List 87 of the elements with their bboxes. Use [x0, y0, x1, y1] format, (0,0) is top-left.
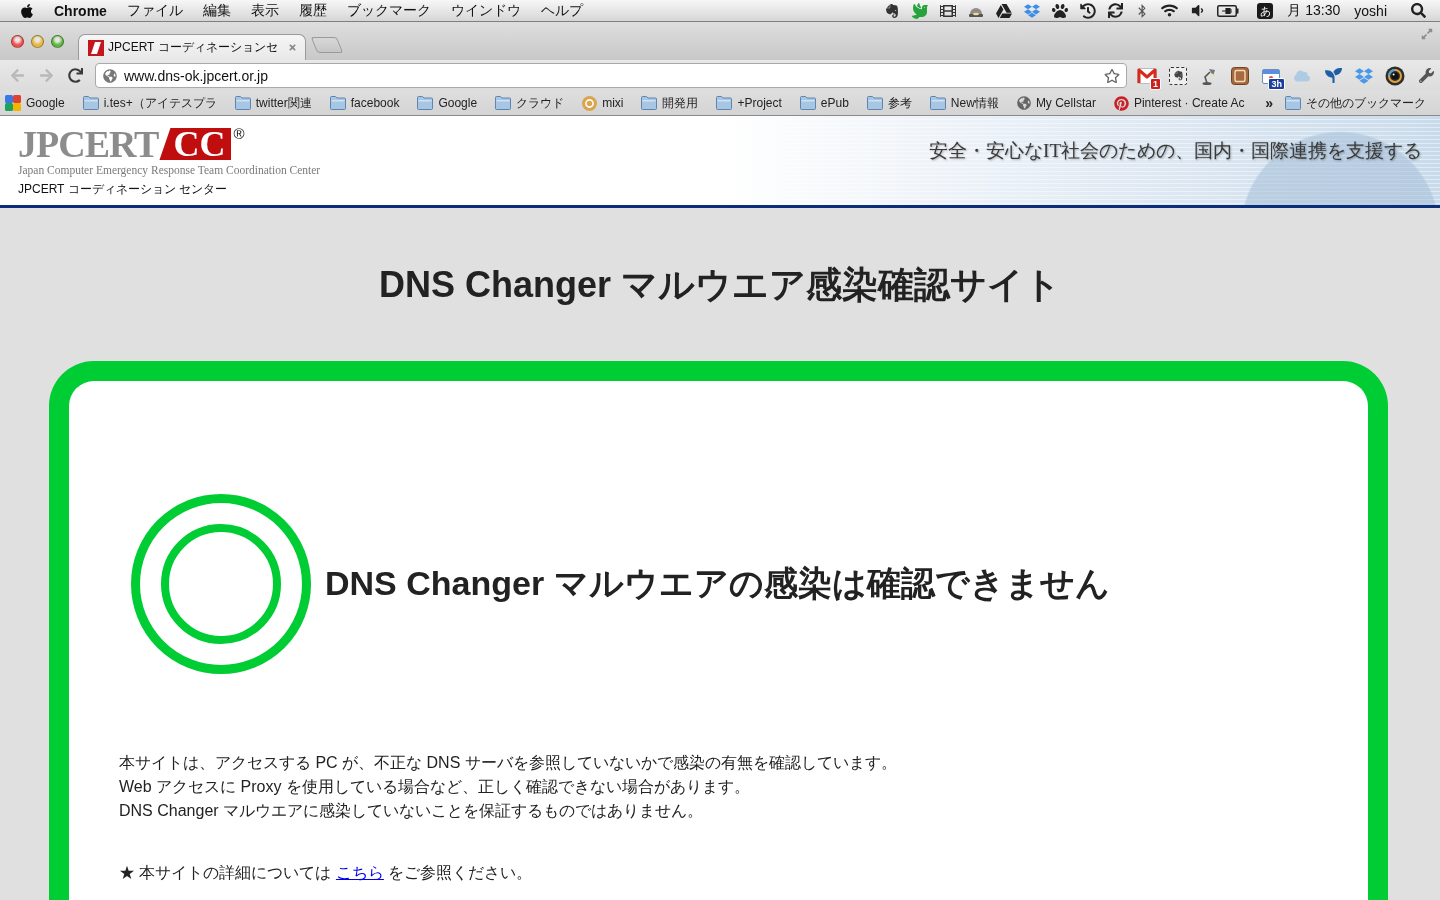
- bookmark-item[interactable]: Pinterest · Create Ac: [1113, 95, 1245, 111]
- folder-icon: [929, 96, 946, 110]
- bookmark-item[interactable]: twitter関連: [234, 94, 312, 112]
- page-title: DNS Changer マルウエア感染確認サイト: [378, 263, 1061, 307]
- folder-icon: [866, 96, 883, 110]
- bookmark-item[interactable]: その他のブックマーク: [1285, 94, 1426, 112]
- round-favicon-icon: [582, 95, 598, 111]
- folder-icon: [641, 96, 658, 110]
- pin-favicon-icon: [1113, 95, 1129, 111]
- reload-icon: [67, 68, 83, 83]
- bookmark-item[interactable]: +Project: [716, 96, 782, 110]
- tiles-favicon-icon: [5, 95, 21, 111]
- bird-icon[interactable]: [912, 2, 929, 19]
- arrow-right-icon: [38, 68, 54, 83]
- apple-icon[interactable]: [19, 2, 35, 19]
- zoom-window-button[interactable]: [51, 34, 64, 48]
- menu-item[interactable]: 編集: [202, 1, 231, 20]
- menu-item[interactable]: ファイル: [126, 1, 183, 20]
- folder-icon: [329, 96, 346, 110]
- folder-icon: [82, 96, 99, 110]
- menu-item[interactable]: ウインドウ: [450, 1, 521, 20]
- globe-icon: [103, 68, 117, 83]
- wifi-icon[interactable]: [1161, 2, 1179, 19]
- boxes-icon[interactable]: [1024, 2, 1041, 19]
- bookmarks-overflow-button[interactable]: »: [1265, 95, 1273, 111]
- triangle-icon[interactable]: [996, 2, 1013, 19]
- organization-name-english: Japan Computer Emergency Response Team Coordination Center: [18, 164, 321, 176]
- globe-icon: [1016, 96, 1031, 110]
- close-window-button[interactable]: [11, 34, 24, 48]
- folder-icon: [495, 96, 512, 110]
- paw-icon[interactable]: [1052, 2, 1069, 19]
- bookmark-item[interactable]: クラウド: [495, 94, 565, 112]
- header-tagline: 安全・安心なIT社会のための、国内・国際連携を支援する: [929, 139, 1422, 163]
- bookmark-item[interactable]: Google: [5, 95, 65, 111]
- details-link[interactable]: こちら: [335, 864, 384, 881]
- lens-icon[interactable]: [1385, 65, 1405, 86]
- menu-item[interactable]: 表示: [250, 1, 279, 20]
- menu-item[interactable]: 履歴: [298, 1, 327, 20]
- bookmark-item[interactable]: mixi: [582, 95, 624, 111]
- wrench-icon[interactable]: [1418, 68, 1434, 83]
- logo-badge: CC: [159, 128, 232, 160]
- registered-mark: ®: [233, 126, 245, 141]
- reload-button[interactable]: [65, 65, 85, 86]
- bookmark-item[interactable]: facebook: [329, 96, 400, 110]
- lamp-icon[interactable]: [1200, 66, 1218, 85]
- browser-tab[interactable]: JPCERT コーディネーションセ: [78, 34, 306, 60]
- volume-icon[interactable]: [1190, 3, 1206, 18]
- bookmark-item[interactable]: New情報: [929, 94, 999, 112]
- menu-item[interactable]: ヘルプ: [540, 1, 583, 20]
- user-name[interactable]: yoshi: [1354, 2, 1387, 19]
- menu-clock[interactable]: 月 13:30: [1287, 1, 1341, 20]
- arrow-left-icon: [9, 68, 25, 83]
- film-icon[interactable]: [940, 2, 957, 19]
- details-sentence: ★ 本サイトの詳細については こちら をご参照ください。: [119, 863, 533, 883]
- sprout-icon[interactable]: [1324, 67, 1342, 84]
- bookmark-item[interactable]: My Cellstar: [1016, 96, 1096, 110]
- sync-icon[interactable]: [1108, 3, 1124, 18]
- bookmark-item[interactable]: i.tes+（アイテスプラ: [82, 94, 217, 112]
- search-icon[interactable]: [1411, 3, 1426, 18]
- address-bar[interactable]: www.dns-ok.jpcert.or.jp: [95, 63, 1127, 88]
- notice-line: DNS Changer マルウエアに感染していないことを保証するものではありません。: [119, 801, 704, 821]
- close-icon[interactable]: [287, 43, 297, 52]
- bookmark-item[interactable]: Google: [417, 96, 478, 110]
- folder-icon: [1285, 96, 1301, 110]
- bookmark-item[interactable]: 参考: [866, 94, 912, 112]
- logo-wordmark: JPCERT: [18, 128, 159, 160]
- folder-icon: [234, 96, 251, 110]
- minimize-window-button[interactable]: [31, 34, 44, 48]
- folder-icon: [417, 96, 434, 110]
- battery-icon[interactable]: [1217, 4, 1240, 17]
- bookmark-star-icon[interactable]: [1104, 67, 1120, 84]
- notice-line: 本サイトは、アクセスする PC が、不正な DNS サーバを参照していないかで感染の有無を確認しています。: [119, 753, 897, 773]
- app-menu[interactable]: Chrome: [54, 2, 107, 19]
- result-message: DNS Changer マルウエアの感染は確認できません: [325, 563, 1110, 604]
- menu-item[interactable]: ブックマーク: [346, 1, 431, 20]
- notice-line: Web アクセスに Proxy を使用している場合など、正しく確認できない場合があります。: [119, 777, 750, 797]
- bookmark-item[interactable]: 開発用: [641, 94, 699, 112]
- elephant-clip-icon[interactable]: [1169, 66, 1187, 85]
- input-mode-indicator[interactable]: あ: [1257, 2, 1274, 19]
- folder-icon: [716, 96, 733, 110]
- organization-name-japanese: JPCERT コーディネーション センター: [18, 181, 227, 198]
- elephant-icon[interactable]: [884, 2, 901, 19]
- folder-icon: [799, 96, 816, 110]
- bookmark-item[interactable]: ePub: [799, 96, 849, 110]
- site-favicon-icon: [88, 39, 104, 56]
- history-icon[interactable]: [1080, 2, 1097, 19]
- tile-icon[interactable]: [1231, 66, 1249, 85]
